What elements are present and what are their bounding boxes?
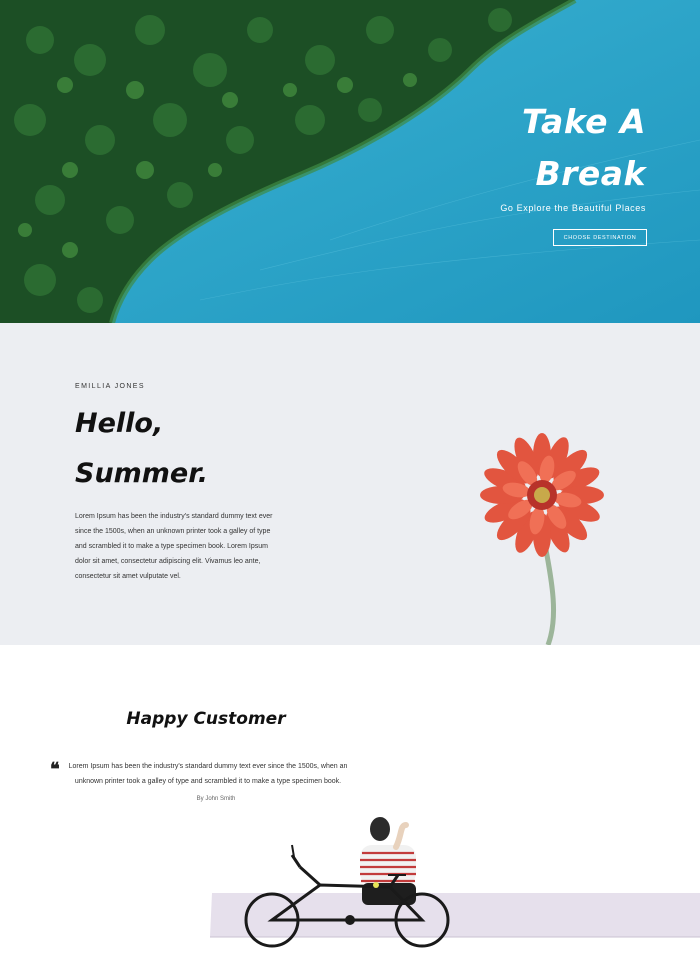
summer-paragraph-line: dolor sit amet, consectetur adipiscing e… [75,558,261,565]
customer-title: Happy Customer [126,709,286,729]
summer-paragraph-line: consectetur sit amet vulputate vel. [75,573,181,580]
testimonial-author: By John Smith [196,796,236,802]
customer-section: Happy Customer ❝ Lorem Ipsum has been th… [0,645,700,967]
summer-paragraph-line: Lorem Ipsum has been the industry's stan… [75,513,273,520]
testimonial-line: unknown printer took a galley of type an… [74,778,342,785]
summer-section: EMILLIA JONES Hello, Summer. Lorem Ipsum… [0,323,700,645]
summer-paragraph: Lorem Ipsum has been the industry's stan… [75,509,280,584]
quote-icon: ❝ [50,759,60,780]
summer-paragraph-line: and scrambled it to make a type specimen… [75,543,268,550]
summer-title-line2: Summer. [75,458,208,489]
bike-image [210,817,700,948]
summer-title-line1: Hello, [75,408,164,439]
hero-title-line1: Take A [521,102,646,141]
hero-title: Take A Break [522,96,646,200]
choose-destination-button[interactable]: CHOOSE DESTINATION [553,229,647,246]
flower-image [480,433,604,645]
hero-title-line2: Break [535,154,646,193]
summer-paragraph-line: since the 1500s, when an unknown printer… [75,528,271,535]
author-name: EMILLIA JONES [75,383,145,390]
summer-title: Hello, Summer. [75,399,208,499]
hero-section: Take A Break Go Explore the Beautiful Pl… [0,0,700,323]
testimonial-quote: Lorem Ipsum has been the industry's stan… [60,759,356,789]
hero-subtitle: Go Explore the Beautiful Places [500,203,646,213]
testimonial-line: Lorem Ipsum has been the industry's stan… [68,763,348,770]
